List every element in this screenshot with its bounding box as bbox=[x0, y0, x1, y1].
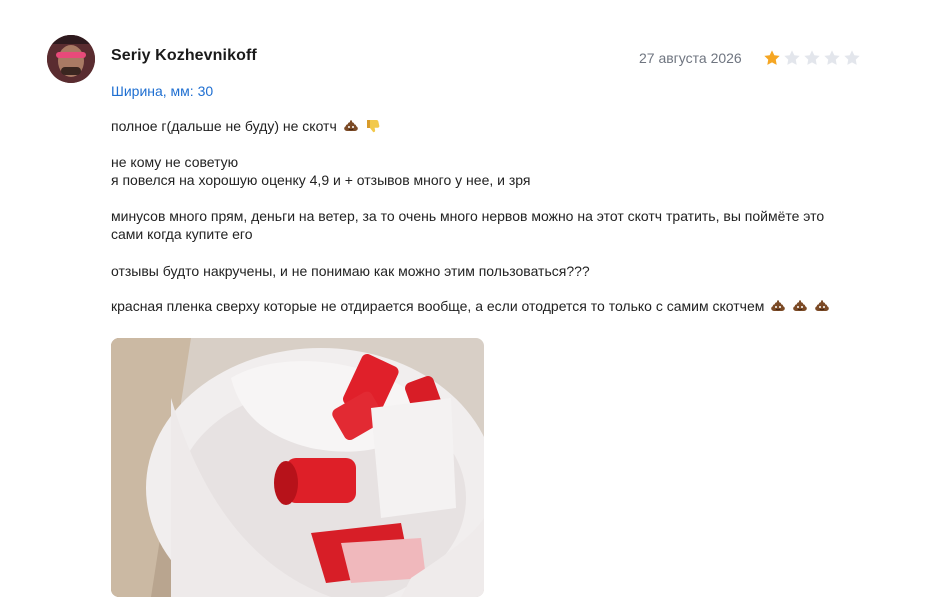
review-paragraph-4: отзывы будто накручены, и не понимаю как… bbox=[111, 262, 871, 280]
review-text: не кому не советую bbox=[111, 154, 239, 170]
pile-of-poo-icon bbox=[771, 300, 786, 311]
pile-of-poo-icon bbox=[815, 300, 829, 311]
pile-of-poo-icon bbox=[343, 120, 358, 131]
review-text: полное г(дальше не буду) не скотч bbox=[111, 118, 337, 134]
star-empty-icon bbox=[784, 50, 800, 65]
review-card: Seriy Kozhevnikoff Ширина, мм: 30 27 авг… bbox=[0, 0, 947, 615]
review-text: сами когда купите его bbox=[111, 226, 253, 242]
review-paragraph-2: не кому не советую я повелся на хорошую … bbox=[111, 153, 871, 189]
star-empty-icon bbox=[844, 50, 860, 65]
variant-label: Ширина, мм: 30 bbox=[111, 83, 214, 99]
review-date: 27 августа 2026 bbox=[639, 50, 742, 66]
pile-of-poo-icon bbox=[793, 300, 807, 311]
review-text: минусов много прям, деньги на ветер, за … bbox=[111, 208, 825, 224]
review-text: красная пленка сверху которые не отдирае… bbox=[111, 298, 765, 314]
thumbs-down-icon bbox=[366, 120, 379, 133]
author-avatar[interactable] bbox=[47, 35, 95, 83]
star-empty-icon bbox=[824, 50, 840, 65]
review-paragraph-3: минусов много прям, деньги на ветер, за … bbox=[111, 207, 871, 243]
review-text: отзывы будто накручены, и не понимаю как… bbox=[111, 263, 590, 279]
star-empty-icon bbox=[804, 50, 820, 65]
review-paragraph-1: полное г(дальше не буду) не скотч bbox=[111, 117, 871, 135]
rating-stars bbox=[763, 49, 861, 67]
author-name[interactable]: Seriy Kozhevnikoff bbox=[111, 47, 257, 65]
review-text: я повелся на хорошую оценку 4,9 и + отзы… bbox=[111, 172, 531, 188]
star-filled-icon bbox=[764, 50, 780, 65]
review-photo[interactable] bbox=[111, 338, 484, 597]
review-paragraph-5: красная пленка сверху которые не отдирае… bbox=[111, 297, 871, 315]
